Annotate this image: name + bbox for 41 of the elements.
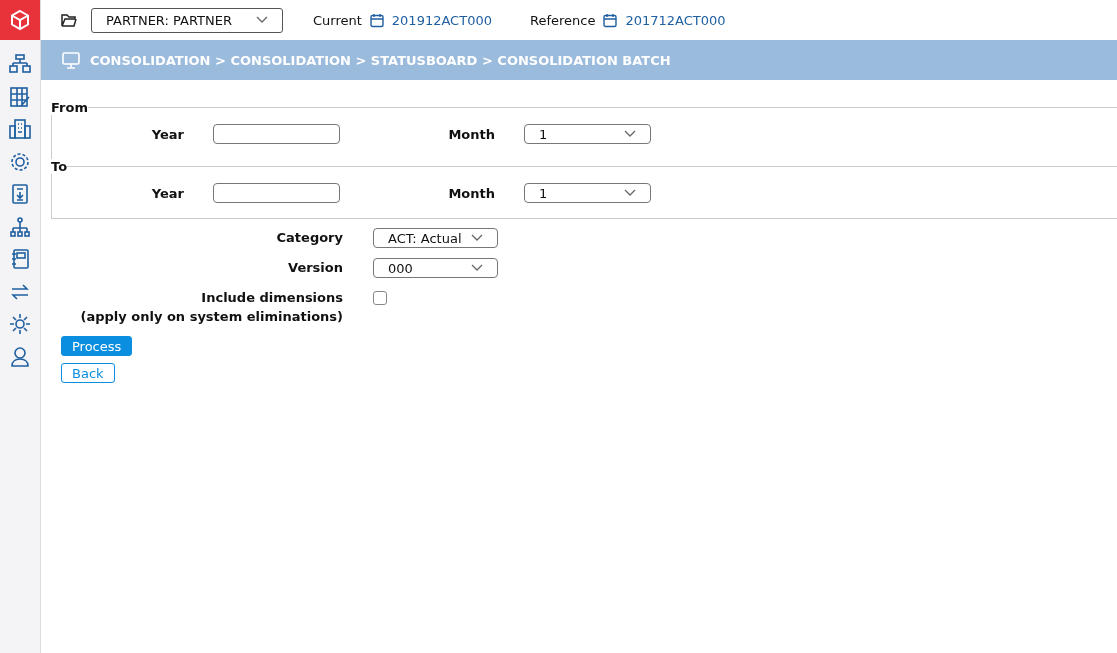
year-input[interactable] xyxy=(213,124,340,144)
reference-period-link[interactable]: 201712ACT000 xyxy=(625,12,726,28)
group-legend: From xyxy=(51,100,88,115)
caret-icon xyxy=(471,264,483,272)
field-label: Include dimensions xyxy=(201,289,343,307)
partner-dropdown[interactable]: PARTNER: PARTNER xyxy=(91,7,283,33)
person-icon[interactable] xyxy=(9,345,31,368)
caret-icon xyxy=(624,130,636,138)
field-label: Version xyxy=(288,259,343,277)
reference-label: Reference xyxy=(529,12,596,28)
document-download-icon[interactable] xyxy=(9,183,31,205)
field-label: Year xyxy=(150,185,184,201)
breadcrumb: CONSOLIDATION > CONSOLIDATION > STATUSBOARD > CONSOLIDATION BATCH xyxy=(90,52,671,68)
caret-icon xyxy=(256,16,268,24)
field-label: Year xyxy=(150,126,184,142)
calendar-icon xyxy=(603,12,618,28)
month-dropdown[interactable]: 1 xyxy=(524,124,651,144)
year-input[interactable] xyxy=(213,183,340,203)
folder-icon[interactable] xyxy=(61,13,77,27)
calendar-icon xyxy=(369,12,384,28)
building-icon[interactable] xyxy=(9,118,31,140)
secondary-button[interactable]: Back xyxy=(61,363,115,383)
primary-button[interactable]: Process xyxy=(61,336,133,356)
grid-edit-icon[interactable] xyxy=(9,85,31,108)
field-note: (apply only on system eliminations) xyxy=(80,308,343,326)
current-period-link[interactable]: 201912ACT000 xyxy=(391,12,492,28)
select-dropdown[interactable]: 000 xyxy=(373,258,498,278)
group-legend: To xyxy=(51,159,68,174)
month-dropdown[interactable]: 1 xyxy=(524,183,651,203)
checkbox[interactable] xyxy=(373,291,387,305)
field-label: Month xyxy=(447,126,495,142)
select-dropdown[interactable]: ACT: Actual xyxy=(373,228,498,248)
notebook-icon[interactable] xyxy=(9,248,31,270)
field-label: Month xyxy=(447,185,495,201)
tree-icon[interactable] xyxy=(9,215,31,238)
caret-icon xyxy=(624,189,636,197)
field-label: Category xyxy=(276,229,343,247)
current-label: Current xyxy=(313,12,362,28)
monitor-icon xyxy=(62,51,80,69)
caret-icon xyxy=(471,234,483,242)
hierarchy-icon[interactable] xyxy=(9,53,31,75)
